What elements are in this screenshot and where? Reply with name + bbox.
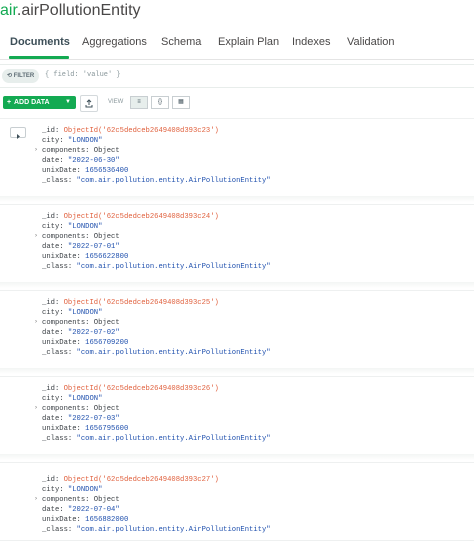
view-table-button[interactable]: ▦: [172, 96, 190, 109]
active-tab-indicator: [9, 56, 69, 59]
document-separator: [0, 454, 474, 460]
field-city: city: "LONDON": [42, 309, 103, 317]
field-id: _id: ObjectId('62c5dedceb2649408d393c26'…: [42, 385, 219, 393]
field-components: components: Object: [42, 496, 120, 504]
filter-label: ⟲ FILTER: [2, 69, 40, 83]
add-data-button[interactable]: + ADD DATA ▼: [3, 96, 76, 109]
field-unixdate: unixDate: 1656795600: [42, 425, 129, 433]
field-city: city: "LONDON": [42, 137, 103, 145]
history-icon[interactable]: ⟲: [7, 73, 12, 79]
field-date: date: "2022-07-02": [42, 329, 120, 337]
view-json-button[interactable]: {}: [151, 96, 169, 109]
document-card[interactable]: _id: ObjectId('62c5dedceb2649408d393c26'…: [0, 376, 474, 455]
document-separator: [0, 368, 474, 374]
chevron-right-icon[interactable]: ›: [35, 147, 37, 153]
collection-title: air.airPollutionEntity: [0, 0, 141, 24]
document-card[interactable]: _id: ObjectId('62c5dedceb2649408d393c24'…: [0, 204, 474, 283]
filter-input[interactable]: { field: 'value' }: [45, 71, 121, 79]
field-components: components: Object: [42, 147, 120, 155]
expand-document-button[interactable]: [10, 127, 26, 139]
field-class: _class: "com.air.pollution.entity.AirPol…: [42, 435, 271, 443]
tab-schema[interactable]: Schema: [161, 36, 201, 48]
play-icon: [17, 134, 20, 139]
field-unixdate: unixDate: 1656622800: [42, 253, 129, 261]
field-components: components: Object: [42, 319, 120, 327]
field-components: components: Object: [42, 233, 120, 241]
field-unixdate: unixDate: 1656536400: [42, 167, 129, 175]
collection-name: .airPollutionEntity: [16, 2, 141, 19]
field-unixdate: unixDate: 1656709200: [42, 339, 129, 347]
tab-bar: Documents Aggregations Schema Explain Pl…: [0, 30, 474, 60]
chevron-right-icon[interactable]: ›: [35, 496, 37, 502]
field-date: date: "2022-07-03": [42, 415, 120, 423]
view-label: VIEW: [108, 99, 124, 105]
field-id: _id: ObjectId('62c5dedceb2649408d393c27'…: [42, 476, 219, 484]
documents-toolbar: + ADD DATA ▼ VIEW ≡ {} ▦: [0, 94, 474, 112]
chevron-right-icon[interactable]: ›: [35, 319, 37, 325]
field-class: _class: "com.air.pollution.entity.AirPol…: [42, 349, 271, 357]
tab-indexes[interactable]: Indexes: [292, 36, 331, 48]
chevron-right-icon[interactable]: ›: [35, 405, 37, 411]
field-date: date: "2022-07-04": [42, 506, 120, 514]
document-separator: [0, 282, 474, 288]
document-card[interactable]: _id: ObjectId('62c5dedceb2649408d393c23'…: [0, 118, 474, 197]
field-id: _id: ObjectId('62c5dedceb2649408d393c24'…: [42, 213, 219, 221]
field-date: date: "2022-06-30": [42, 157, 120, 165]
field-unixdate: unixDate: 1656882000: [42, 516, 129, 524]
list-icon: ≡: [137, 99, 141, 105]
tab-explain-plan[interactable]: Explain Plan: [218, 36, 279, 48]
view-list-button[interactable]: ≡: [130, 96, 148, 109]
field-components: components: Object: [42, 405, 120, 413]
field-city: city: "LONDON": [42, 486, 103, 494]
field-class: _class: "com.air.pollution.entity.AirPol…: [42, 177, 271, 185]
caret-down-icon: ▼: [65, 99, 71, 105]
field-id: _id: ObjectId('62c5dedceb2649408d393c25'…: [42, 299, 219, 307]
export-icon: [85, 99, 93, 108]
field-class: _class: "com.air.pollution.entity.AirPol…: [42, 263, 271, 271]
document-separator: [0, 196, 474, 202]
plus-icon: +: [7, 99, 12, 106]
export-button[interactable]: [80, 95, 98, 112]
filter-bar: ⟲ FILTER { field: 'value' }: [0, 64, 474, 88]
document-card[interactable]: _id: ObjectId('62c5dedceb2649408d393c25'…: [0, 290, 474, 369]
db-name: air: [0, 2, 17, 19]
field-city: city: "LONDON": [42, 395, 103, 403]
field-city: city: "LONDON": [42, 223, 103, 231]
tab-documents[interactable]: Documents: [10, 36, 70, 48]
field-class: _class: "com.air.pollution.entity.AirPol…: [42, 526, 271, 534]
table-icon: ▦: [178, 99, 184, 105]
field-id: _id: ObjectId('62c5dedceb2649408d393c23'…: [42, 127, 219, 135]
tab-aggregations[interactable]: Aggregations: [82, 36, 147, 48]
tab-validation[interactable]: Validation: [347, 36, 395, 48]
document-card[interactable]: _id: ObjectId('62c5dedceb2649408d393c27'…: [0, 462, 474, 541]
chevron-right-icon[interactable]: ›: [35, 233, 37, 239]
braces-icon: {}: [157, 99, 162, 105]
field-date: date: "2022-07-01": [42, 243, 120, 251]
